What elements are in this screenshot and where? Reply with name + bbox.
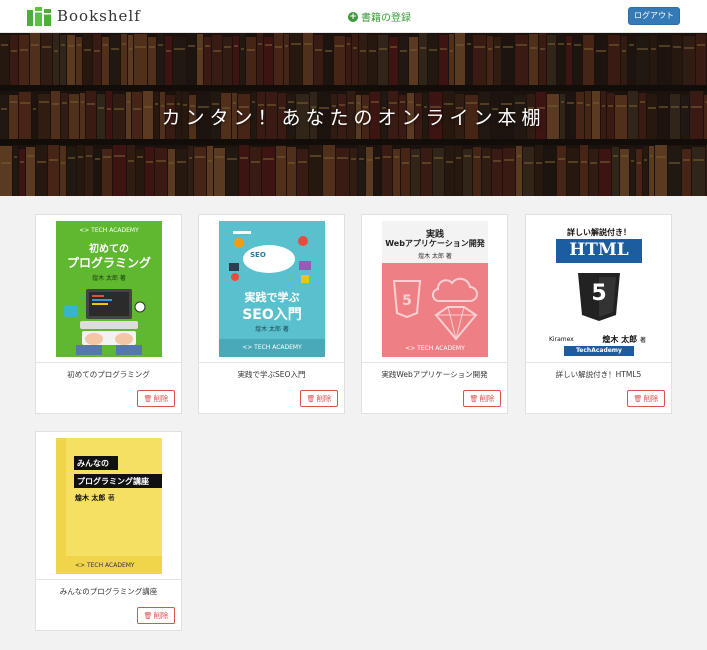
- html5-cloud-diamond-illustration: 5: [392, 277, 478, 341]
- book-title: 実践Webアプリケーション開発: [381, 370, 488, 379]
- book-card: みんなの プログラミング講座 煌木 太郎 著 <> TECH ACADEMY み…: [35, 431, 182, 631]
- book-cover-image[interactable]: <> TECH ACADEMY 初めての プログラミング 煌木 太郎 著: [56, 221, 162, 357]
- book-card: <> TECH ACADEMY 初めての プログラミング 煌木 太郎 著 初めて…: [35, 214, 182, 414]
- cover-title-line1: みんなの: [77, 459, 109, 468]
- book-card: 詳しい解説付き！ HTML 5 Kiramex 煌木 太郎 著 TechAcad…: [525, 214, 672, 414]
- trash-icon: 🗑: [143, 395, 153, 403]
- book-title: 詳しい解説付き！HTML5: [555, 370, 642, 379]
- register-book-label: 書籍の登録: [361, 13, 411, 24]
- register-book-link[interactable]: + 書籍の登録: [348, 9, 411, 24]
- cover-publisher: <> TECH ACADEMY: [242, 344, 302, 351]
- trash-icon: 🗑: [143, 612, 153, 620]
- cover-title-line2: プログラミング: [66, 256, 151, 270]
- seo-badge: SEO: [250, 251, 266, 259]
- books-icon: [27, 7, 51, 26]
- delete-button[interactable]: 🗑削除: [137, 607, 175, 624]
- cover-publisher: <> TECH ACADEMY: [75, 562, 135, 569]
- logout-button[interactable]: ログアウト: [628, 7, 680, 25]
- cover-author: 煌木 太郎 著: [418, 253, 452, 260]
- delete-button[interactable]: 🗑削除: [300, 390, 338, 407]
- top-navbar: Bookshelf + 書籍の登録 ログアウト: [0, 0, 707, 33]
- cover-title-line2: Webアプリケーション開発: [385, 239, 485, 248]
- delete-button[interactable]: 🗑削除: [463, 390, 501, 407]
- cover-publisher: TechAcademy: [576, 347, 622, 354]
- cover-title-line2: HTML: [569, 240, 629, 260]
- cover-title-line1: 実践で学ぶ: [244, 291, 300, 304]
- cover-title-line1: 初めての: [89, 244, 129, 255]
- book-title: 実践で学ぶSEO入門: [237, 370, 306, 379]
- cover-title-line2: プログラミング講座: [77, 477, 149, 486]
- brand-name: Bookshelf: [57, 7, 141, 25]
- trash-icon: 🗑: [306, 395, 316, 403]
- book-card: SEO 実践で学ぶ SEO入門 煌木 太郎 著 <> TECH ACADEMY …: [198, 214, 345, 414]
- book-title: 初めてのプログラミング: [67, 370, 150, 379]
- html5-badge: 5: [591, 281, 607, 306]
- laptop-illustration: [64, 289, 146, 355]
- brand-logo[interactable]: Bookshelf: [26, 5, 141, 27]
- trash-icon: 🗑: [633, 395, 643, 403]
- book-cover-image[interactable]: SEO 実践で学ぶ SEO入門 煌木 太郎 著 <> TECH ACADEMY: [219, 221, 325, 357]
- plus-circle-icon: +: [348, 11, 358, 22]
- svg-text:5: 5: [402, 293, 412, 309]
- cover-author: 煌木 太郎 著: [75, 494, 115, 502]
- hero-title: カンタン！あなたのオンライン本棚: [161, 107, 546, 129]
- delete-button[interactable]: 🗑削除: [137, 390, 175, 407]
- cover-title-line2: SEO入門: [242, 307, 302, 323]
- seo-illustration: [229, 231, 311, 283]
- cover-author: 煌木 太郎 著: [92, 275, 126, 282]
- cover-author: 煌木 太郎 著: [255, 326, 289, 333]
- hero-banner: カンタン！あなたのオンライン本棚: [0, 33, 707, 196]
- book-cover-image[interactable]: みんなの プログラミング講座 煌木 太郎 著 <> TECH ACADEMY: [56, 438, 162, 574]
- cover-publisher: <> TECH ACADEMY: [79, 227, 139, 234]
- cover-publisher-left: Kiramex: [549, 336, 574, 343]
- book-cover-image[interactable]: 実践 Webアプリケーション開発 煌木 太郎 著 5 <> TECH ACADE…: [382, 221, 488, 357]
- trash-icon: 🗑: [469, 395, 479, 403]
- book-card: 実践 Webアプリケーション開発 煌木 太郎 著 5 <> TECH ACADE…: [361, 214, 508, 414]
- book-title: みんなのプログラミング講座: [59, 587, 158, 596]
- delete-button[interactable]: 🗑削除: [627, 390, 665, 407]
- book-cover-image[interactable]: 詳しい解説付き！ HTML 5 Kiramex 煌木 太郎 著 TechAcad…: [546, 221, 652, 357]
- cover-title-line1: 詳しい解説付き！: [567, 228, 631, 237]
- cover-author: 煌木 太郎 著: [602, 335, 646, 344]
- cover-publisher: <> TECH ACADEMY: [405, 345, 465, 352]
